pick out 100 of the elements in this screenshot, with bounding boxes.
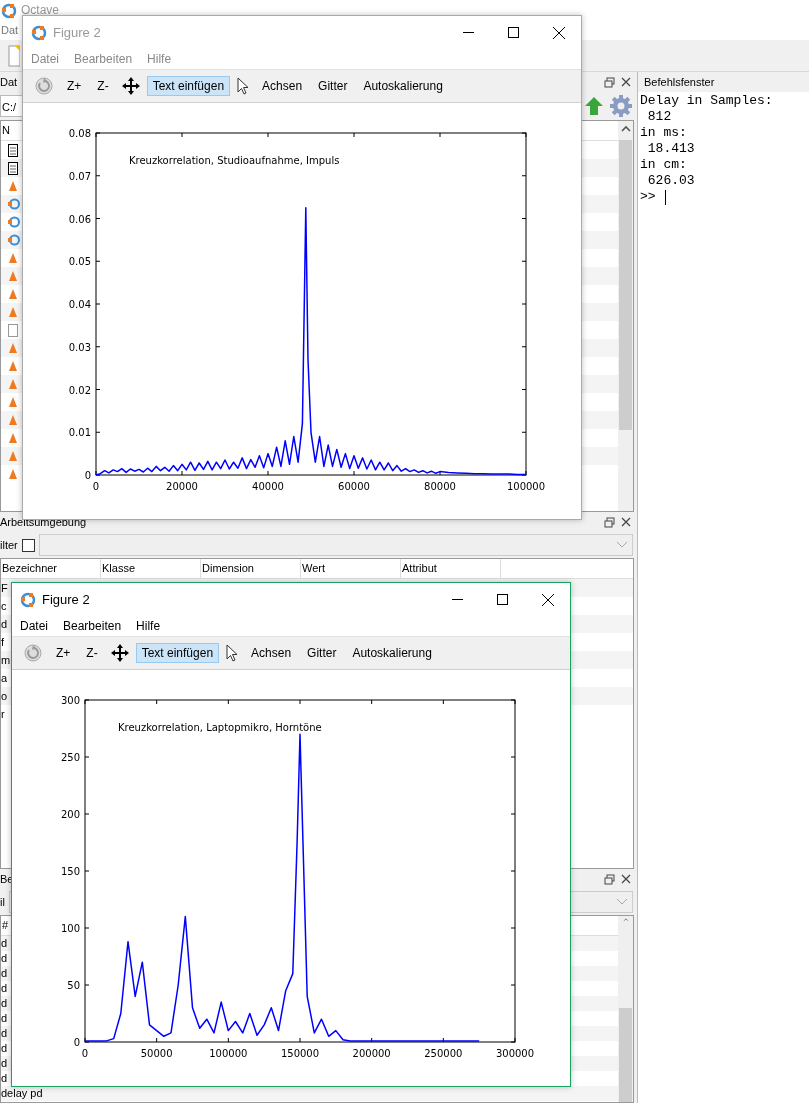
chart-annotation: Kreuzkorrelation, Laptopmikro, Horntöne — [118, 722, 322, 733]
tick-label: 0 — [73, 1037, 80, 1048]
move-icon[interactable] — [121, 77, 140, 95]
app-logo-icon — [20, 591, 36, 608]
table-cell: d — [1, 618, 8, 630]
toolbar-button[interactable]: Gitter — [301, 643, 343, 663]
close-icon[interactable] — [541, 593, 554, 606]
tick-label: 200000 — [352, 1048, 391, 1059]
blank-file-icon — [8, 323, 18, 337]
tick-label: 40000 — [252, 481, 284, 492]
console-line: in cm: — [640, 157, 688, 173]
toolbar-button[interactable]: Achsen — [256, 76, 309, 96]
table-cell: r — [1, 708, 5, 720]
script-file-icon — [8, 468, 18, 480]
script-file-icon — [8, 432, 18, 444]
scrollbar-thumb[interactable] — [619, 140, 632, 430]
column-header[interactable]: Wert — [301, 559, 401, 579]
path-field[interactable]: C:/ — [2, 101, 17, 113]
pointer-icon[interactable] — [226, 644, 239, 662]
column-header[interactable]: Dimension — [201, 559, 301, 579]
history-entry[interactable]: d — [1, 1072, 8, 1084]
undock-icon[interactable] — [604, 516, 615, 528]
history-entry[interactable]: d — [1, 937, 8, 949]
undock-icon[interactable] — [604, 76, 615, 88]
history-entry[interactable]: d — [1, 1057, 8, 1069]
close-icon[interactable] — [552, 26, 565, 39]
menu-item[interactable]: Bearbeiten — [74, 50, 133, 68]
document-icon — [8, 143, 18, 157]
history-entry[interactable]: d — [1, 1012, 8, 1024]
tick-label: 0.05 — [68, 256, 91, 268]
tick-label: 100000 — [506, 481, 546, 492]
table-cell: o — [1, 690, 8, 702]
console-line: in ms: — [640, 125, 688, 141]
menu-item[interactable]: Dat — [1, 21, 19, 39]
console-line: Delay in Samples: — [640, 93, 774, 109]
close-icon[interactable] — [621, 77, 631, 87]
tick-label: 0.04 — [68, 299, 91, 310]
panel-title: Befehlsfenster — [644, 74, 715, 90]
tick-label: 50000 — [140, 1048, 173, 1059]
script-file-icon — [8, 180, 18, 192]
script-file-icon — [8, 270, 18, 282]
up-arrow-icon[interactable] — [583, 95, 605, 117]
tick-label: 200 — [60, 809, 80, 820]
toolbar-button[interactable]: Z- — [80, 643, 104, 663]
menu-item[interactable]: Hilfe — [136, 617, 161, 635]
console-line: 812 — [646, 109, 673, 125]
toolbar-button[interactable]: Z- — [91, 76, 115, 96]
column-header[interactable]: N — [1, 121, 11, 141]
tick-label: 0.03 — [68, 341, 91, 353]
toolbar-button[interactable]: Autoskalierung — [357, 76, 449, 96]
history-entry[interactable]: d — [1, 1042, 8, 1054]
column-header[interactable]: Bezeichner — [1, 559, 101, 579]
prompt: >> — [640, 189, 656, 205]
minimize-icon[interactable] — [463, 31, 474, 34]
window-title: Octave — [21, 2, 59, 19]
toolbar-button[interactable]: Achsen — [245, 643, 298, 663]
toolbar-button[interactable]: Text einfügen — [135, 643, 220, 663]
close-icon[interactable] — [621, 874, 631, 884]
app-logo-icon — [31, 24, 47, 41]
history-entry[interactable]: d — [1, 982, 8, 994]
column-header[interactable]: Attribut — [401, 559, 501, 579]
history-entry[interactable]: d — [1, 997, 8, 1009]
close-icon[interactable] — [621, 517, 631, 527]
table-cell: c — [1, 600, 7, 612]
menu-item[interactable]: Hilfe — [147, 50, 172, 68]
minimize-icon[interactable] — [452, 598, 463, 601]
maximize-icon[interactable] — [497, 594, 508, 605]
pointer-icon[interactable] — [237, 77, 250, 95]
maximize-icon[interactable] — [508, 27, 519, 38]
history-entry[interactable]: d — [1, 952, 8, 964]
menu-item[interactable]: Bearbeiten — [63, 617, 122, 635]
script-file-icon — [8, 378, 18, 390]
menu-item[interactable]: Datei — [20, 617, 48, 635]
undock-icon[interactable] — [604, 873, 615, 885]
scrollbar-thumb[interactable] — [619, 1007, 632, 1102]
script-file-icon — [8, 252, 18, 264]
tick-label: 100 — [60, 923, 80, 934]
tick-label: 0.06 — [68, 213, 91, 225]
tick-label: 300 — [60, 695, 80, 706]
filter-checkbox[interactable] — [21, 538, 35, 552]
move-icon[interactable] — [110, 644, 129, 662]
history-entry[interactable]: delay pd — [1, 1087, 43, 1099]
script-file-icon — [8, 288, 18, 300]
column-header[interactable]: Klasse — [101, 559, 201, 579]
script-file-icon — [8, 414, 18, 426]
history-entry[interactable]: d — [1, 1027, 8, 1039]
tick-label: 0 — [84, 470, 91, 481]
toolbar-button[interactable]: Gitter — [312, 76, 354, 96]
tick-label: 250000 — [424, 1048, 463, 1059]
column-header[interactable]: # — [1, 916, 10, 936]
chart-annotation: Kreuzkorrelation, Studioaufnahme, Impuls — [129, 155, 340, 166]
table-cell: f — [1, 636, 5, 648]
menu-item[interactable]: Datei — [31, 50, 59, 68]
toolbar-button[interactable]: Text einfügen — [146, 76, 231, 96]
table-cell: m — [1, 654, 11, 666]
toolbar-button[interactable]: Z+ — [50, 643, 77, 663]
toolbar-button[interactable]: Z+ — [61, 76, 88, 96]
toolbar-button[interactable]: Autoskalierung — [346, 643, 438, 663]
table-cell: F — [1, 582, 8, 594]
history-entry[interactable]: d — [1, 967, 8, 979]
